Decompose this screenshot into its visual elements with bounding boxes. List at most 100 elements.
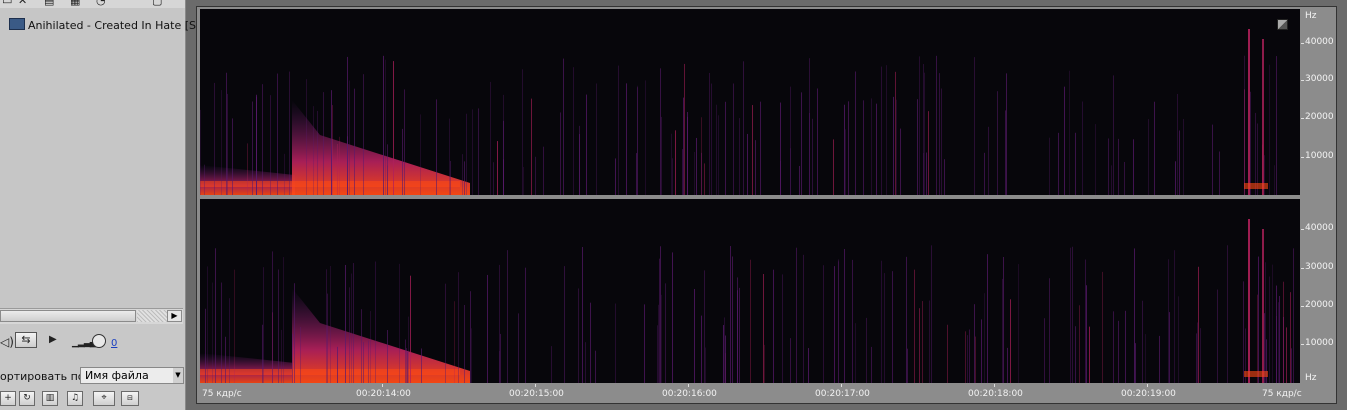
scrollbar-thumb[interactable] <box>0 310 136 322</box>
filter-view-icon[interactable]: ⌖ <box>93 391 115 406</box>
spectral-streak <box>671 133 672 195</box>
spectral-streak <box>450 160 451 195</box>
spectral-streak <box>221 282 222 383</box>
spectral-streak <box>270 95 271 195</box>
spectral-streak <box>289 71 290 195</box>
spectral-streak <box>1064 86 1065 195</box>
spectral-streak <box>657 325 658 383</box>
preview-transport: ◁) ⇆ ▶ ▁▂▃▄ <box>0 328 183 360</box>
time-tick <box>841 384 842 387</box>
spectrogram-channel-top[interactable] <box>200 9 1300 195</box>
volume-knob[interactable] <box>92 334 106 348</box>
sort-row: ортировать по: Имя файла ▼ <box>0 366 185 386</box>
spectral-streak <box>704 163 705 195</box>
spectral-streak <box>256 94 257 195</box>
keyboard-icon[interactable]: ▦ <box>70 0 80 6</box>
spectral-streak <box>696 137 697 195</box>
spectral-streak <box>277 73 278 195</box>
spectral-streak <box>1219 151 1220 195</box>
spectral-streak <box>214 82 215 195</box>
file-name: Anihilated - Created In Hate [Side <box>28 19 213 32</box>
spectral-streak <box>317 110 318 195</box>
spectral-streak <box>660 68 661 195</box>
hz-tick <box>1301 344 1304 345</box>
hz-tick <box>1301 80 1304 81</box>
scrollbar-track[interactable] <box>137 310 167 322</box>
spectral-streak <box>895 71 896 195</box>
time-tick <box>1147 384 1148 387</box>
spectral-streak <box>490 81 491 195</box>
spectral-streak <box>205 308 206 383</box>
spectral-streak <box>790 338 791 383</box>
spectral-streak <box>808 348 809 383</box>
spectral-streak <box>1196 333 1197 383</box>
refresh-icon[interactable]: ↻ <box>19 391 35 406</box>
spectral-streak <box>701 315 702 383</box>
spectral-streak <box>564 266 565 383</box>
spectral-streak <box>987 254 988 383</box>
spectral-streak <box>848 101 849 195</box>
spectral-streak <box>881 260 882 383</box>
spectral-streak <box>399 263 400 383</box>
spectral-streak <box>1113 75 1114 195</box>
spectral-streak <box>1169 312 1170 383</box>
spectral-streak <box>1200 328 1201 383</box>
horizontal-scrollbar[interactable]: ▶ <box>0 308 183 324</box>
clock-icon[interactable]: ◔ <box>96 0 106 6</box>
volume-value[interactable]: 0 <box>111 338 117 349</box>
spectral-streak <box>472 109 473 195</box>
video-filter-icon[interactable]: ▥ <box>42 391 58 406</box>
spectral-streak <box>1148 119 1149 195</box>
scroll-right-button[interactable]: ▶ <box>167 310 182 322</box>
spectral-streak <box>694 151 695 195</box>
spectral-streak <box>615 303 616 383</box>
spectral-streak <box>752 105 753 195</box>
spectral-streak <box>725 335 726 383</box>
film-icon[interactable]: ▤ <box>44 0 54 6</box>
add-icon[interactable]: + <box>0 391 16 406</box>
audio-filter-icon[interactable]: ♫ <box>67 391 83 406</box>
view-toggle-icon[interactable]: ▢ <box>152 0 162 6</box>
cut-icon[interactable]: ✕ <box>18 0 27 6</box>
hz-label: 30000 <box>1305 74 1334 84</box>
spectrogram-channel-bottom[interactable] <box>200 199 1300 383</box>
spectral-streak <box>782 274 783 383</box>
list-item[interactable]: Anihilated - Created In Hate [Side <box>9 18 213 32</box>
hz-tick <box>1301 118 1304 119</box>
spectrogram-panel: Hz 40000 30000 20000 10000 40000 30000 2… <box>196 6 1337 404</box>
folder-icon[interactable]: ▭ <box>2 0 12 6</box>
spectral-streak <box>660 246 661 383</box>
energy-band <box>1244 371 1268 377</box>
hz-label: 40000 <box>1305 223 1334 233</box>
spectral-streak <box>327 293 328 383</box>
spectral-streak <box>701 117 702 195</box>
file-list[interactable]: Anihilated - Created In Hate [Side <box>0 8 213 308</box>
spectral-streak <box>863 100 864 195</box>
loop-button[interactable]: ⇆ <box>15 332 37 348</box>
spectral-streak <box>1250 91 1251 195</box>
spectral-streak <box>1005 110 1006 195</box>
chevron-down-icon[interactable]: ▼ <box>173 368 183 383</box>
spectral-streak <box>732 256 733 383</box>
frame-rate-left: 75 кдр/с <box>202 389 242 399</box>
shortcut-icon[interactable]: ⊟ <box>121 391 139 406</box>
spectral-streak <box>984 293 985 383</box>
spectral-streak <box>406 348 407 383</box>
frequency-axis-top: Hz 40000 30000 20000 10000 <box>1301 9 1335 195</box>
spectral-streak <box>718 115 719 195</box>
spectral-streak <box>725 101 726 195</box>
spectral-streak <box>478 108 479 195</box>
sort-select[interactable]: Имя файла ▼ <box>80 367 184 384</box>
expand-corner-icon[interactable] <box>1277 19 1288 30</box>
spectral-streak <box>387 144 388 195</box>
spectral-streak <box>981 319 982 383</box>
spectral-streak <box>332 105 333 195</box>
spectral-streak <box>704 270 705 383</box>
play-button[interactable]: ▶ <box>49 334 57 345</box>
spectral-streak <box>928 111 929 195</box>
speaker-icon[interactable]: ◁) <box>0 335 14 349</box>
spectral-streak <box>1248 29 1250 195</box>
spectral-streak <box>965 331 966 383</box>
spectral-streak <box>1125 310 1126 383</box>
spectral-streak <box>1258 256 1259 383</box>
